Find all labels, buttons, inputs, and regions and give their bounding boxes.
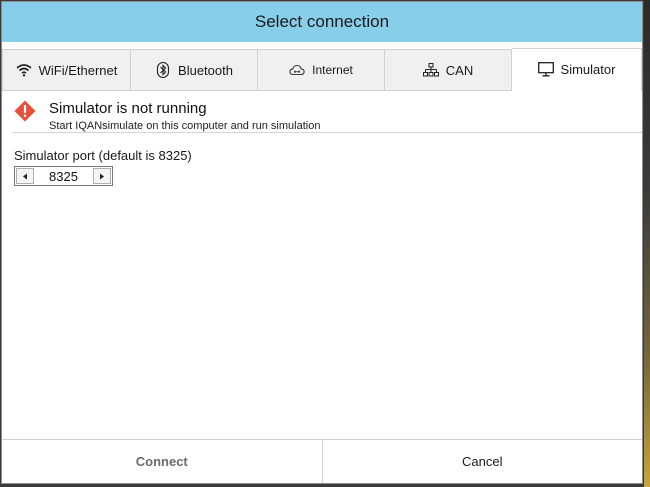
background-window-edge — [644, 0, 650, 487]
port-stepper[interactable]: 8325 — [14, 166, 113, 186]
chevron-left-icon — [22, 167, 28, 185]
simulator-port-label: Simulator port (default is 8325) — [14, 148, 192, 163]
wifi-icon — [16, 62, 32, 78]
warning-icon — [14, 100, 36, 122]
simulator-status-alert: Simulator is not running Start IQANsimul… — [12, 98, 642, 133]
alert-message: Start IQANsimulate on this computer and … — [49, 120, 321, 132]
dialog-title: Select connection — [2, 2, 642, 42]
decrement-button[interactable] — [16, 168, 34, 184]
tab-label: Internet — [312, 63, 353, 77]
increment-button[interactable] — [93, 168, 111, 184]
tab-label: CAN — [445, 62, 474, 78]
monitor-icon — [537, 62, 554, 78]
tab-bluetooth[interactable]: Bluetooth — [131, 49, 258, 91]
tab-internet[interactable]: Internet — [258, 49, 385, 91]
chevron-right-icon — [99, 167, 105, 185]
tab-label: Simulator — [560, 62, 616, 77]
tab-wifi-ethernet[interactable]: WiFi/Ethernet — [2, 49, 131, 91]
cloud-icon — [289, 62, 305, 78]
tab-label: Bluetooth — [178, 62, 233, 78]
network-icon — [422, 62, 439, 78]
connection-tabs: WiFi/Ethernet Bluetooth Internet CAN Sim… — [2, 48, 642, 91]
bluetooth-icon — [155, 62, 171, 78]
tab-can[interactable]: CAN — [385, 49, 512, 91]
connect-button[interactable]: Connect — [2, 440, 323, 483]
alert-title: Simulator is not running — [49, 100, 207, 117]
dialog-footer: Connect Cancel — [2, 439, 642, 483]
tab-simulator[interactable]: Simulator — [512, 48, 642, 91]
port-value[interactable]: 8325 — [35, 169, 92, 184]
simulator-panel: Simulator is not running Start IQANsimul… — [2, 91, 642, 439]
select-connection-dialog: Select connection WiFi/Ethernet Bluetoot… — [1, 1, 643, 484]
cancel-button[interactable]: Cancel — [322, 440, 642, 483]
tab-label: WiFi/Ethernet — [38, 62, 118, 78]
